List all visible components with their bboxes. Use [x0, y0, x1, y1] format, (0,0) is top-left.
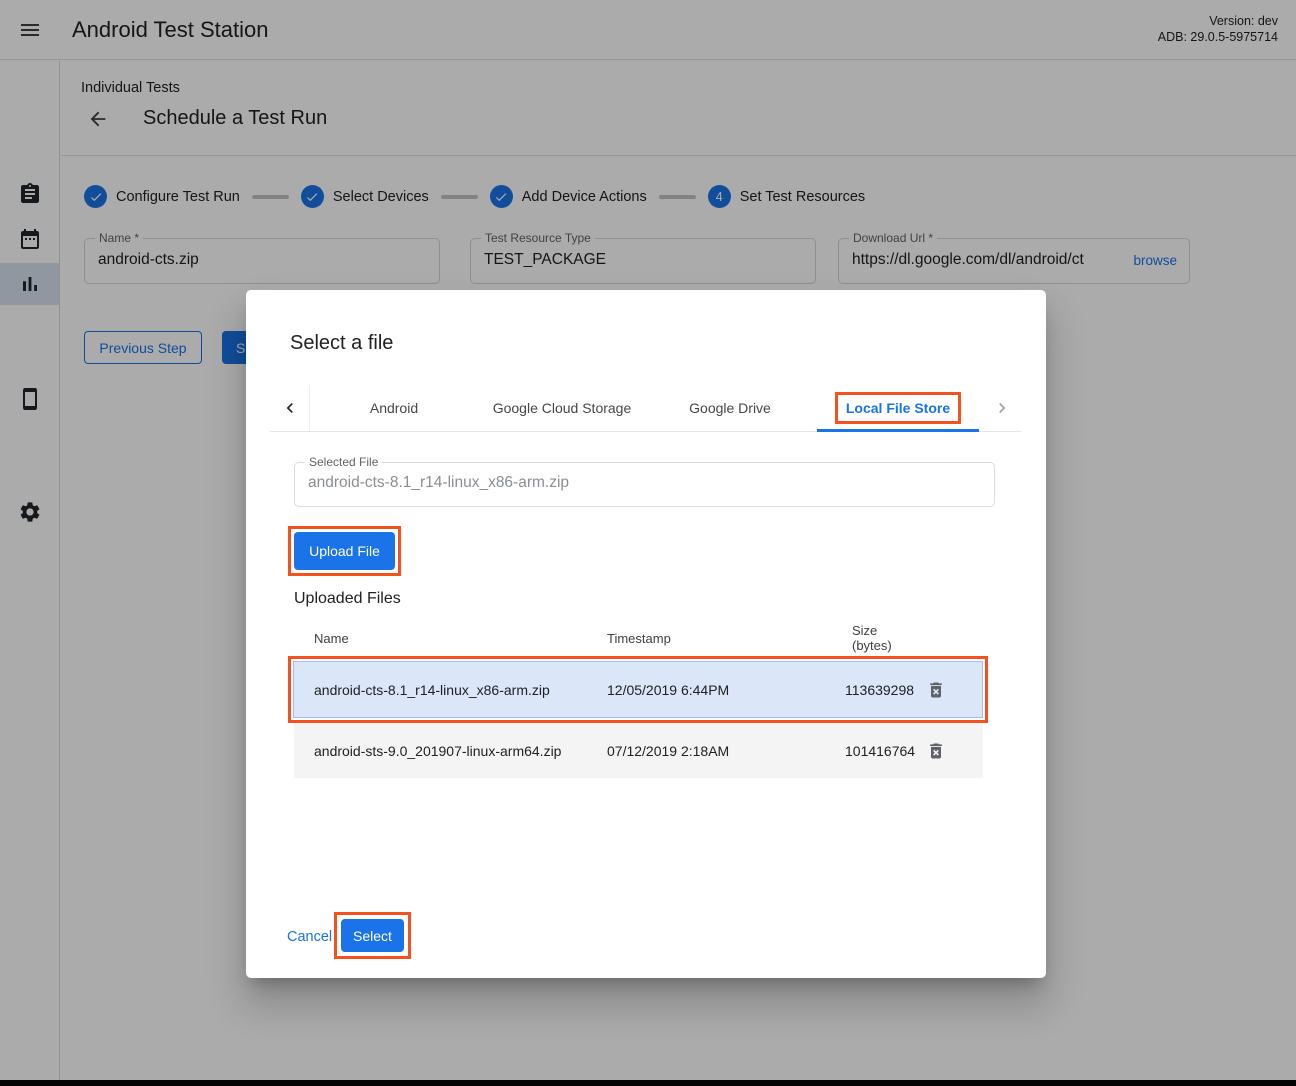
tab-label: Google Cloud Storage	[493, 400, 632, 416]
cancel-button[interactable]: Cancel	[287, 929, 332, 945]
selected-file-field[interactable]: Selected File android-cts-8.1_r14-linux_…	[294, 462, 995, 507]
tab-google-drive[interactable]: Google Drive	[646, 385, 814, 431]
annotation-box-upload: Upload File	[288, 526, 401, 576]
tab-label: Local File Store	[846, 400, 950, 416]
delete-icon	[926, 680, 946, 700]
table-row[interactable]: android-sts-9.0_201907-linux-arm64.zip 0…	[294, 723, 983, 778]
chevron-left-icon	[280, 398, 300, 418]
size-label-line2: (bytes)	[852, 638, 892, 653]
select-file-dialog: Select a file Android Google Cloud Stora…	[246, 290, 1046, 978]
tabs: Android Google Cloud Storage Google Driv…	[310, 385, 982, 431]
tab-label: Google Drive	[689, 400, 771, 416]
selected-file-label: Selected File	[305, 455, 382, 469]
file-size: 113639298	[845, 682, 922, 698]
delete-file-button[interactable]	[926, 741, 946, 761]
file-name: android-cts-8.1_r14-linux_x86-arm.zip	[314, 682, 550, 698]
chevron-right-icon	[992, 398, 1012, 418]
column-header-timestamp: Timestamp	[607, 631, 671, 646]
size-label-line1: Size	[852, 623, 877, 638]
tabs-scroll-right[interactable]	[982, 385, 1022, 431]
dialog-title: Select a file	[290, 332, 393, 355]
table-row-selected[interactable]: android-cts-8.1_r14-linux_x86-arm.zip 12…	[293, 661, 983, 718]
file-timestamp: 12/05/2019 6:44PM	[607, 682, 729, 698]
tab-google-cloud-storage[interactable]: Google Cloud Storage	[478, 385, 646, 431]
tab-android[interactable]: Android	[310, 385, 478, 431]
annotation-box-selected-row: android-cts-8.1_r14-linux_x86-arm.zip 12…	[288, 656, 988, 723]
delete-file-button[interactable]	[926, 680, 946, 700]
annotation-box-select: Select	[334, 912, 411, 959]
upload-file-button[interactable]: Upload File	[294, 532, 395, 570]
screen: Android Test Station Version: dev ADB: 2…	[0, 0, 1296, 1086]
file-size: 101416764	[845, 743, 922, 759]
file-name: android-sts-9.0_201907-linux-arm64.zip	[314, 743, 561, 759]
table-header: Name Timestamp Size (bytes)	[294, 620, 983, 658]
uploaded-files-title: Uploaded Files	[294, 590, 401, 608]
file-timestamp: 07/12/2019 2:18AM	[607, 743, 729, 759]
tab-label: Android	[370, 400, 418, 416]
tab-local-file-store[interactable]: Local File Store	[814, 385, 982, 431]
active-tab-indicator	[817, 429, 979, 432]
tabs-scroll-left[interactable]	[270, 385, 310, 431]
select-button[interactable]: Select	[341, 919, 404, 952]
annotation-box-tab: Local File Store	[835, 392, 961, 424]
tabs-bar: Android Google Cloud Storage Google Driv…	[270, 385, 1022, 432]
column-header-size: Size (bytes)	[852, 623, 892, 653]
selected-file-value: android-cts-8.1_r14-linux_x86-arm.zip	[308, 474, 569, 492]
column-header-name: Name	[314, 631, 349, 646]
delete-icon	[926, 741, 946, 761]
